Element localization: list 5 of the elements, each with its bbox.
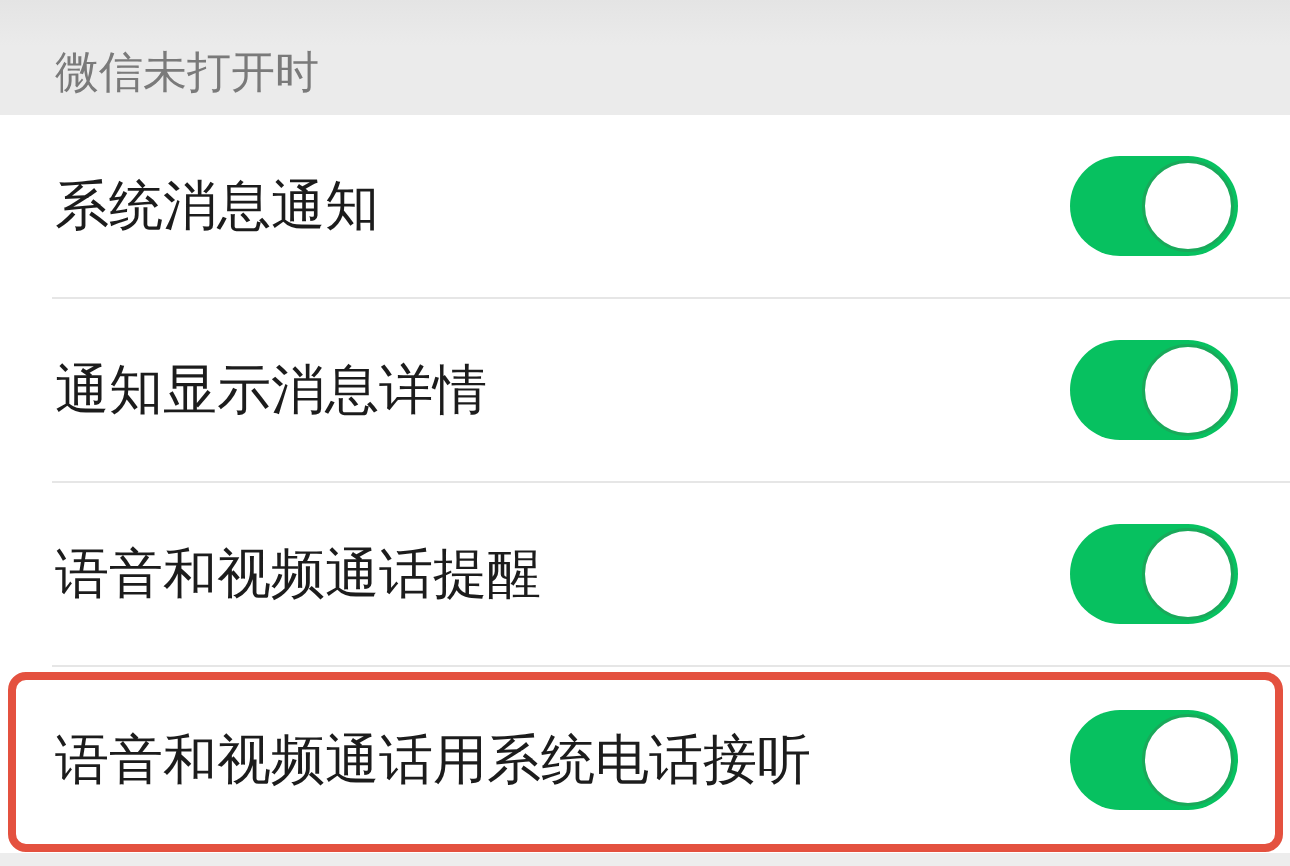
setting-label: 语音和视频通话提醒 [55, 544, 541, 604]
setting-label: 系统消息通知 [55, 176, 379, 236]
setting-label: 通知显示消息详情 [55, 360, 487, 420]
section-title: 微信未打开时 [55, 48, 319, 97]
setting-label: 语音和视频通话用系统电话接听 [55, 730, 811, 790]
